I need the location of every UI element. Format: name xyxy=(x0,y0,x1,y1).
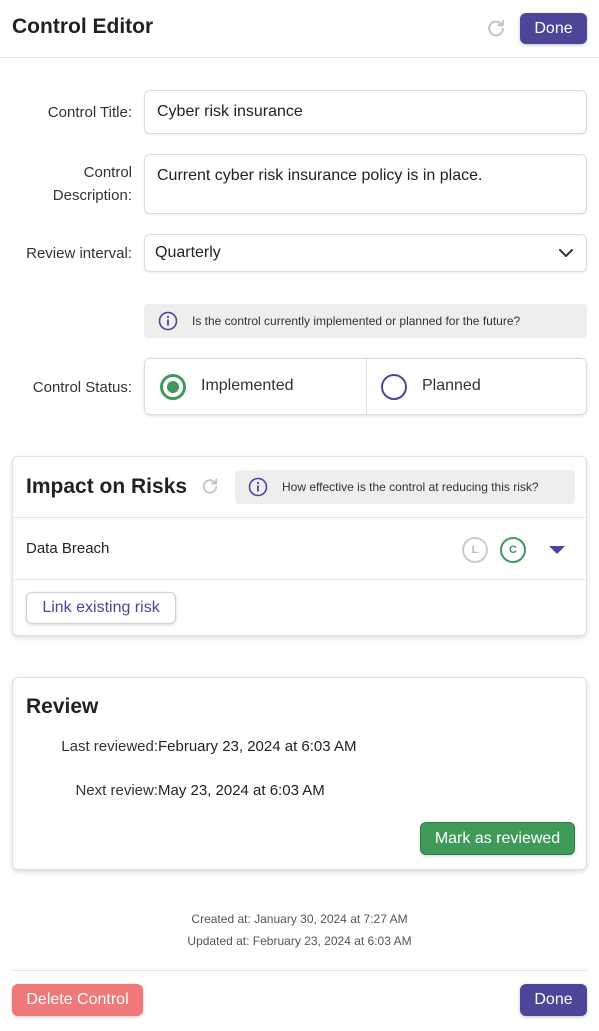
refresh-icon[interactable] xyxy=(200,476,220,496)
status-divider xyxy=(366,359,367,414)
review-interval-label: Review interval: xyxy=(26,245,132,262)
review-interval-value: Quarterly xyxy=(155,244,221,261)
created-at-text: Created at: January 30, 2024 at 7:27 AM xyxy=(191,912,408,926)
chevron-down-icon xyxy=(559,249,573,257)
control-description-label-line2: Description: xyxy=(52,187,132,204)
control-title-label: Control Title: xyxy=(47,104,132,121)
planned-radio[interactable] xyxy=(381,374,407,400)
status-info-box: Is the control currently implemented or … xyxy=(144,304,587,338)
caret-down-icon[interactable] xyxy=(549,546,565,554)
review-interval-select[interactable]: Quarterly xyxy=(144,234,587,272)
impact-title: Impact on Risks xyxy=(26,475,188,498)
control-description-value: Current cyber risk insurance policy is i… xyxy=(157,167,483,184)
impact-on-risks-card: Impact on Risks How effective is the con… xyxy=(12,456,587,636)
control-description-input[interactable]: Current cyber risk insurance policy is i… xyxy=(144,154,587,214)
radio-selected-dot xyxy=(167,381,179,393)
control-status-label: Control Status: xyxy=(32,379,132,396)
control-title-value: Cyber risk insurance xyxy=(157,103,303,120)
header: Control Editor Done xyxy=(0,0,599,58)
mark-as-reviewed-button[interactable]: Mark as reviewed xyxy=(420,822,575,855)
next-review-label: Next review: xyxy=(75,782,158,799)
control-description-label: Control Description: xyxy=(0,161,132,207)
last-reviewed-value: February 23, 2024 at 6:03 AM xyxy=(158,738,357,755)
implemented-label: Implemented xyxy=(201,377,294,394)
risk-row[interactable]: Data Breach L C xyxy=(13,517,586,580)
consequence-badge[interactable]: C xyxy=(500,537,526,563)
control-description-label-line1: Control xyxy=(83,164,132,181)
refresh-icon[interactable] xyxy=(485,17,507,39)
link-existing-risk-button[interactable]: Link existing risk xyxy=(26,592,176,624)
control-status-group: Implemented Planned xyxy=(144,358,587,415)
footer-divider xyxy=(12,970,587,971)
updated-at-text: Updated at: February 23, 2024 at 6:03 AM xyxy=(187,934,412,948)
risk-name: Data Breach xyxy=(26,540,110,557)
done-button[interactable]: Done xyxy=(520,984,587,1016)
control-title-input[interactable]: Cyber risk insurance xyxy=(144,90,587,134)
review-title: Review xyxy=(26,695,99,718)
likelihood-badge[interactable]: L xyxy=(462,537,488,563)
delete-control-button[interactable]: Delete Control xyxy=(12,984,143,1016)
impact-info-box: How effective is the control at reducing… xyxy=(235,470,575,504)
last-reviewed-label: Last reviewed: xyxy=(61,738,158,755)
review-card: Review Last reviewed: February 23, 2024 … xyxy=(12,677,587,870)
impact-info-text: How effective is the control at reducing… xyxy=(282,480,539,494)
next-review-value: May 23, 2024 at 6:03 AM xyxy=(158,782,325,799)
status-info-text: Is the control currently implemented or … xyxy=(192,314,521,328)
done-button[interactable]: Done xyxy=(520,13,587,44)
implemented-radio[interactable] xyxy=(160,374,186,400)
info-icon xyxy=(158,311,178,331)
info-icon xyxy=(248,477,268,497)
planned-label: Planned xyxy=(422,377,481,394)
page-title: Control Editor xyxy=(12,15,154,38)
